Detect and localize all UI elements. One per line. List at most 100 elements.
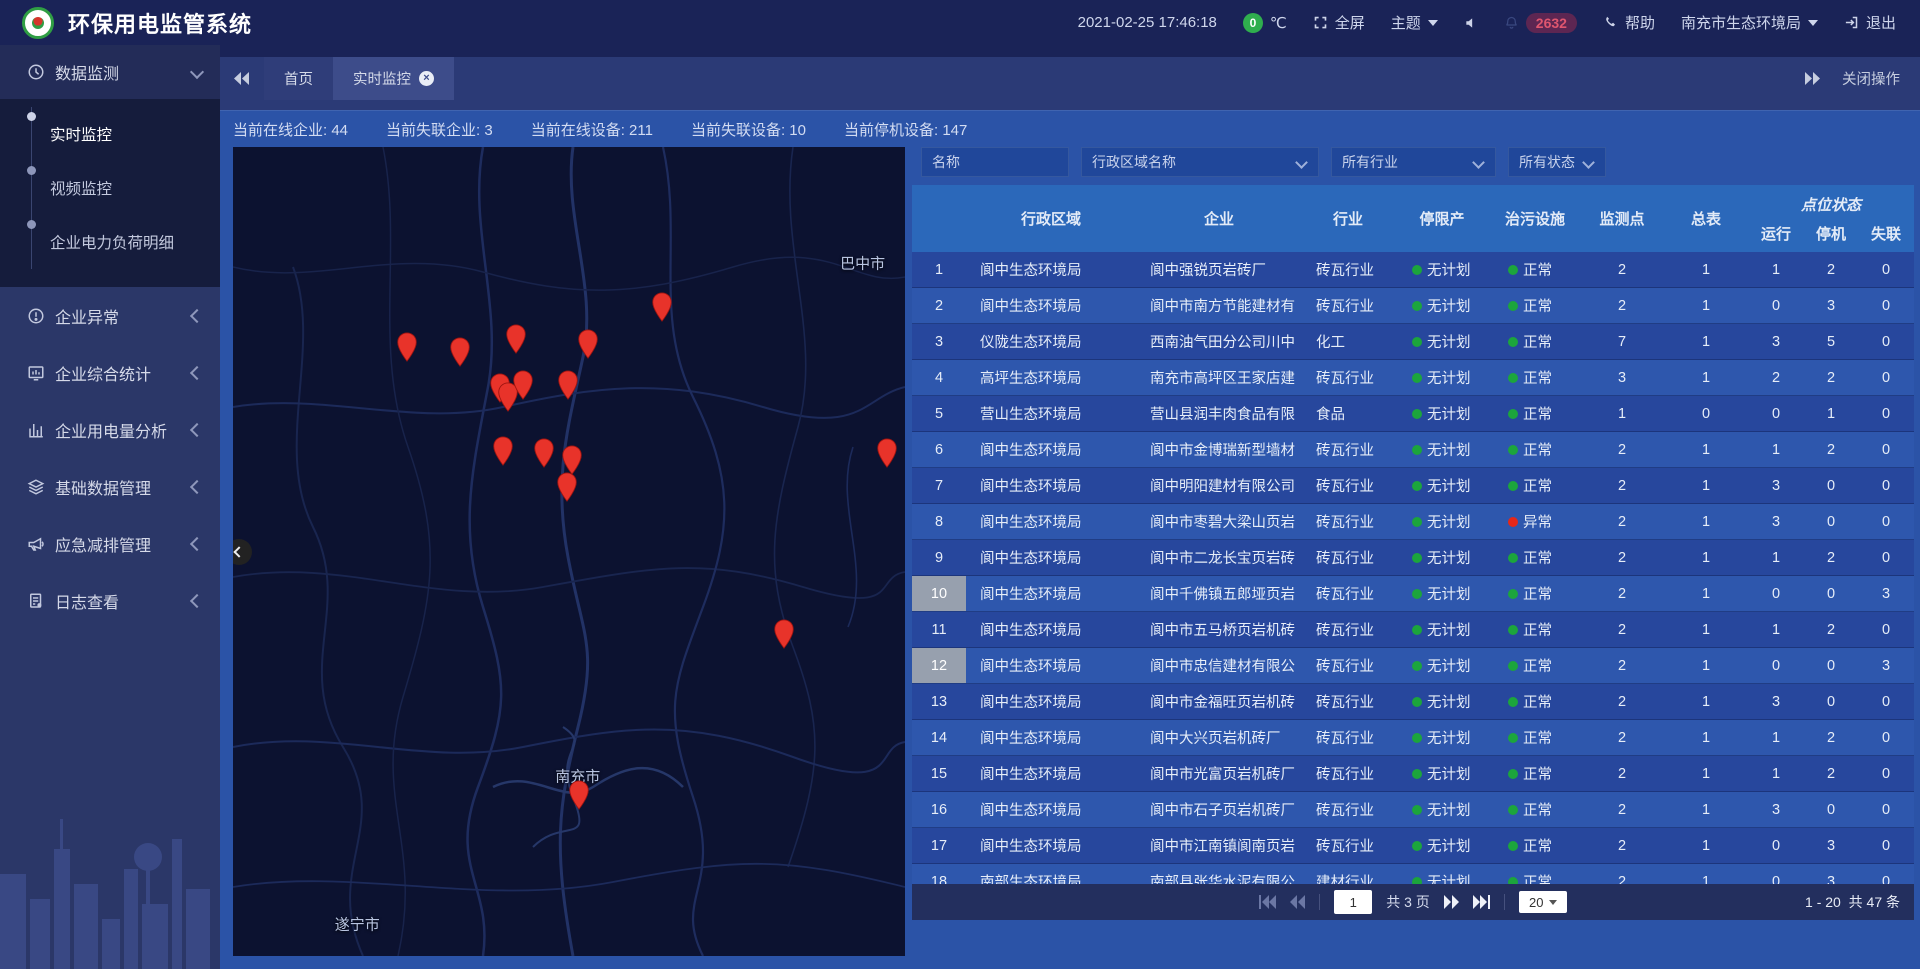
theme-dropdown[interactable]: 主题 bbox=[1391, 12, 1438, 33]
map-canvas[interactable]: 巴中市南充市遂宁市 bbox=[233, 147, 905, 956]
cell-company: 营山县润丰肉食品有限 bbox=[1136, 403, 1302, 424]
help-button[interactable]: 帮助 bbox=[1603, 12, 1655, 33]
next-page-button[interactable] bbox=[1444, 895, 1459, 909]
cell-production: 无计划 bbox=[1394, 799, 1490, 820]
table-row[interactable]: 11阆中生态环境局阆中市五马桥页岩机砖砖瓦行业无计划正常21120 bbox=[912, 612, 1914, 648]
last-page-button[interactable] bbox=[1473, 895, 1490, 909]
region-filter-select[interactable]: 行政区域名称 bbox=[1081, 147, 1319, 177]
table-row[interactable]: 4高坪生态环境局南充市高坪区王家店建砖瓦行业无计划正常31220 bbox=[912, 360, 1914, 396]
cell-company: 西南油气田分公司川中 bbox=[1136, 331, 1302, 352]
map-pin-icon[interactable] bbox=[505, 324, 527, 354]
table-row[interactable]: 10阆中生态环境局阆中千佛镇五郎垭页岩砖瓦行业无计划正常21003 bbox=[912, 576, 1914, 612]
name-filter-input[interactable] bbox=[921, 147, 1069, 177]
sidebar-subitem[interactable]: 视频监控 bbox=[0, 161, 220, 215]
cell-monitor: 2 bbox=[1580, 874, 1664, 885]
cell-run: 1 bbox=[1748, 622, 1804, 638]
stats-bar: 当前在线企业: 44当前失联企业: 3当前在线设备: 211当前失联设备: 10… bbox=[220, 111, 1920, 147]
industry-filter-select[interactable]: 所有行业 bbox=[1331, 147, 1496, 177]
cell-monitor: 2 bbox=[1580, 550, 1664, 566]
cell-meter: 1 bbox=[1664, 442, 1748, 458]
status-dot-icon bbox=[1508, 769, 1518, 779]
org-dropdown[interactable]: 南充市生态环境局 bbox=[1681, 12, 1818, 33]
table-row[interactable]: 17阆中生态环境局阆中市江南镇阆南页岩砖瓦行业无计划正常21030 bbox=[912, 828, 1914, 864]
cell-industry: 砖瓦行业 bbox=[1302, 583, 1394, 604]
map-pin-icon[interactable] bbox=[876, 438, 898, 468]
map-pin-icon[interactable] bbox=[561, 445, 583, 475]
cell-production: 无计划 bbox=[1394, 763, 1490, 784]
map-pin-icon[interactable] bbox=[773, 619, 795, 649]
cell-meter: 1 bbox=[1664, 730, 1748, 746]
logout-button[interactable]: 退出 bbox=[1844, 12, 1896, 33]
map-pin-icon[interactable] bbox=[651, 292, 673, 322]
table-row[interactable]: 3仪陇生态环境局西南油气田分公司川中化工无计划正常71350 bbox=[912, 324, 1914, 360]
cell-company: 阆中大兴页岩机砖厂 bbox=[1136, 727, 1302, 748]
col-monitor: 监测点 bbox=[1580, 185, 1664, 252]
map-pin-icon[interactable] bbox=[557, 370, 579, 400]
map-pin-icon[interactable] bbox=[577, 329, 599, 359]
cell-monitor: 2 bbox=[1580, 586, 1664, 602]
table-row[interactable]: 18南部生态环境局南部县张华水泥有限公建材行业无计划正常21030 bbox=[912, 864, 1914, 884]
stat-item: 当前停机设备: 147 bbox=[844, 119, 967, 140]
tab-home[interactable]: 首页 bbox=[264, 57, 333, 100]
page-size-select[interactable]: 20 bbox=[1519, 891, 1567, 913]
first-page-button[interactable] bbox=[1259, 895, 1276, 909]
col-industry: 行业 bbox=[1302, 185, 1394, 252]
cell-industry: 砖瓦行业 bbox=[1302, 727, 1394, 748]
cell-meter: 1 bbox=[1664, 694, 1748, 710]
table-row[interactable]: 7阆中生态环境局阆中明阳建材有限公司砖瓦行业无计划正常21300 bbox=[912, 468, 1914, 504]
cell-monitor: 2 bbox=[1580, 442, 1664, 458]
sidebar-group-data-monitor[interactable]: 数据监测 bbox=[0, 45, 220, 99]
table-row[interactable]: 1阆中生态环境局阆中强锐页岩砖厂砖瓦行业无计划正常21120 bbox=[912, 252, 1914, 288]
table-row[interactable]: 14阆中生态环境局阆中大兴页岩机砖厂砖瓦行业无计划正常21120 bbox=[912, 720, 1914, 756]
sidebar-subitem[interactable]: 企业电力负荷明细 bbox=[0, 215, 220, 269]
tabs-scroll-left-button[interactable] bbox=[220, 57, 264, 100]
cell-industry: 砖瓦行业 bbox=[1302, 655, 1394, 676]
table-row[interactable]: 15阆中生态环境局阆中市光富页岩机砖厂砖瓦行业无计划正常21120 bbox=[912, 756, 1914, 792]
sidebar-item[interactable]: 基础数据管理 bbox=[0, 458, 220, 515]
page-input[interactable] bbox=[1334, 890, 1372, 914]
table-row[interactable]: 5营山生态环境局营山县润丰肉食品有限食品无计划正常10010 bbox=[912, 396, 1914, 432]
table-row[interactable]: 9阆中生态环境局阆中市二龙长宝页岩砖砖瓦行业无计划正常21120 bbox=[912, 540, 1914, 576]
table-row[interactable]: 2阆中生态环境局阆中市南方节能建材有砖瓦行业无计划正常21030 bbox=[912, 288, 1914, 324]
mute-button[interactable] bbox=[1464, 16, 1478, 30]
map-pin-icon[interactable] bbox=[492, 436, 514, 466]
cell-stop: 0 bbox=[1804, 802, 1858, 818]
tab-realtime-monitor[interactable]: 实时监控 × bbox=[333, 57, 454, 100]
table-row[interactable]: 16阆中生态环境局阆中市石子页岩机砖厂砖瓦行业无计划正常21300 bbox=[912, 792, 1914, 828]
tab-close-icon[interactable]: × bbox=[419, 71, 434, 86]
map-pin-icon[interactable] bbox=[512, 370, 534, 400]
status-dot-icon bbox=[1508, 733, 1518, 743]
total-pages-label: 共 3 页 bbox=[1386, 892, 1430, 912]
map-pin-icon[interactable] bbox=[533, 438, 555, 468]
cell-meter: 1 bbox=[1664, 586, 1748, 602]
status-dot-icon bbox=[1412, 733, 1422, 743]
table-row[interactable]: 12阆中生态环境局阆中市忠信建材有限公砖瓦行业无计划正常21003 bbox=[912, 648, 1914, 684]
table-row[interactable]: 13阆中生态环境局阆中市金福旺页岩机砖砖瓦行业无计划正常21300 bbox=[912, 684, 1914, 720]
col-lost: 失联 bbox=[1858, 223, 1914, 244]
status-dot-icon bbox=[1508, 805, 1518, 815]
map-pin-icon[interactable] bbox=[568, 780, 590, 810]
close-operations-button[interactable]: 关闭操作 bbox=[1842, 68, 1900, 89]
table-row[interactable]: 6阆中生态环境局阆中市金博瑞新型墙材砖瓦行业无计划正常21120 bbox=[912, 432, 1914, 468]
sidebar-item[interactable]: 应急减排管理 bbox=[0, 515, 220, 572]
sidebar-item[interactable]: 日志查看 bbox=[0, 572, 220, 629]
cell-industry: 化工 bbox=[1302, 331, 1394, 352]
notification-area[interactable]: 2632 bbox=[1504, 13, 1577, 33]
sidebar-item[interactable]: 企业综合统计 bbox=[0, 344, 220, 401]
sidebar-subitem[interactable]: 实时监控 bbox=[0, 107, 220, 161]
prev-page-button[interactable] bbox=[1290, 895, 1305, 909]
map-pin-icon[interactable] bbox=[449, 337, 471, 367]
table-row[interactable]: 8阆中生态环境局阆中市枣碧大梁山页岩砖瓦行业无计划异常21300 bbox=[912, 504, 1914, 540]
app-header: 环保用电监管系统 2021-02-25 17:46:18 0 ℃ 全屏 主题 2… bbox=[0, 0, 1920, 45]
fullscreen-button[interactable]: 全屏 bbox=[1313, 12, 1365, 33]
tabs-scroll-right-button[interactable] bbox=[1804, 72, 1820, 85]
map-pin-icon[interactable] bbox=[396, 332, 418, 362]
sidebar-item[interactable]: 企业用电量分析 bbox=[0, 401, 220, 458]
cell-monitor: 2 bbox=[1580, 694, 1664, 710]
status-filter-select[interactable]: 所有状态 bbox=[1508, 147, 1606, 177]
sidebar-item[interactable]: 企业异常 bbox=[0, 287, 220, 344]
cell-stop: 0 bbox=[1804, 694, 1858, 710]
map-pin-icon[interactable] bbox=[556, 472, 578, 502]
cell-facility: 正常 bbox=[1490, 763, 1580, 784]
cell-stop: 2 bbox=[1804, 550, 1858, 566]
